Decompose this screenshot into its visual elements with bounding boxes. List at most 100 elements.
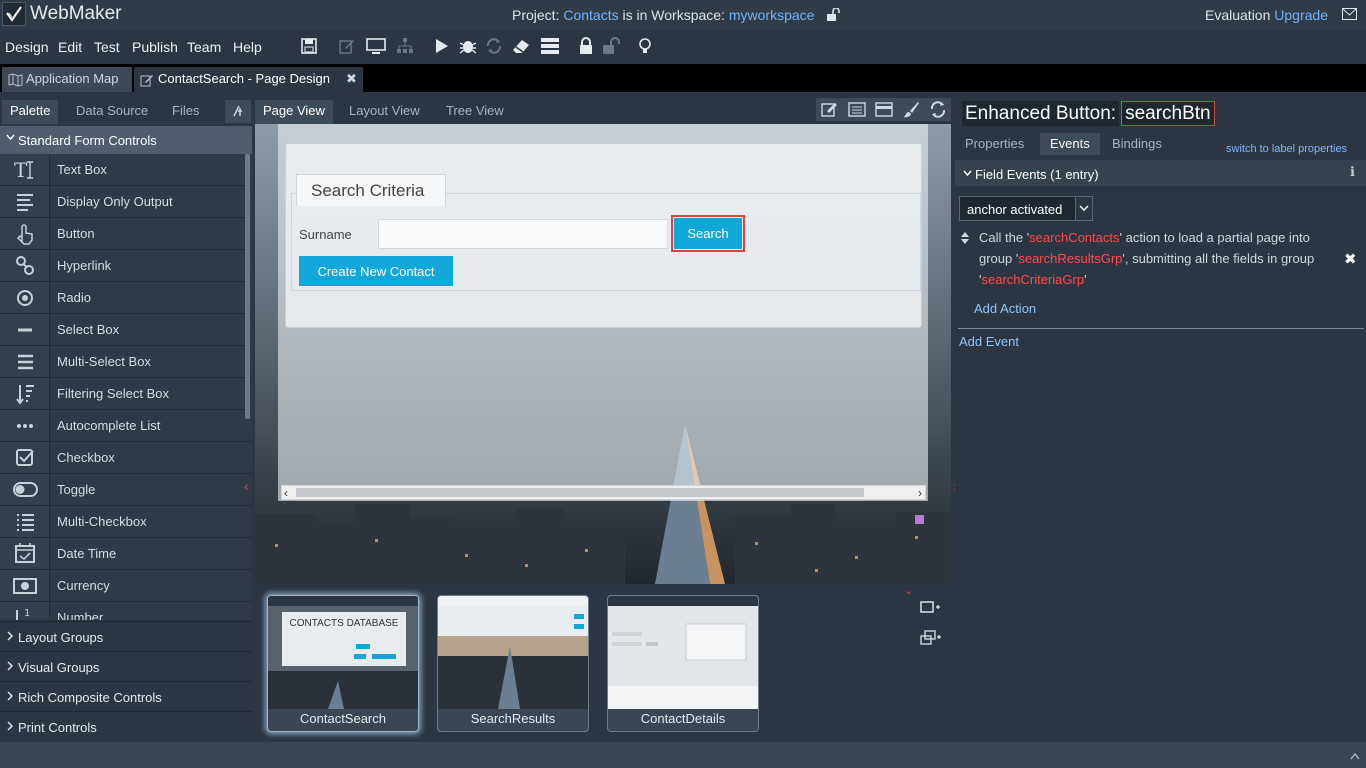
palette-scrollbar[interactable] [245, 154, 250, 419]
palette-item-multicheckbox[interactable]: Multi-Checkbox [0, 506, 252, 538]
standard-form-controls-header[interactable]: Standard Form Controls [0, 126, 252, 154]
palette-item-number[interactable]: 1 Number [0, 602, 252, 620]
brush-icon[interactable] [902, 101, 920, 118]
palette-item-textbox[interactable]: T Text Box [0, 154, 252, 186]
palette-item-display-output[interactable]: Display Only Output [0, 186, 252, 218]
lock-icon[interactable] [578, 37, 598, 57]
unlock-toolbar-icon[interactable] [602, 37, 622, 57]
create-new-contact-button[interactable]: Create New Contact [299, 256, 453, 286]
collapse-left-icon[interactable]: ‹ [244, 478, 249, 494]
collapse-thumbs-icon[interactable]: ⌄ [904, 584, 913, 597]
submit-group-link[interactable]: searchCriteriaGrp [981, 272, 1084, 287]
bug-icon[interactable] [458, 37, 478, 57]
eraser-icon[interactable] [511, 37, 531, 57]
thumbnail-searchresults[interactable]: SearchResults [437, 595, 589, 732]
tab-files[interactable]: Files [164, 100, 207, 124]
event-select-value: anchor activated [967, 202, 1063, 217]
tab-page-view[interactable]: Page View [255, 100, 333, 124]
palette-list: T Text Box Display Only Output Button Hy… [0, 154, 252, 620]
tab-tree-view[interactable]: Tree View [438, 100, 512, 124]
group-visual-groups[interactable]: Visual Groups [0, 651, 252, 681]
thumbnail-contactsearch[interactable]: CONTACTS DATABASE ContactSearch [267, 595, 419, 732]
close-tab-icon[interactable]: ✖ [346, 71, 357, 87]
unlock-icon[interactable] [826, 8, 840, 22]
event-action-description[interactable]: Call the 'searchContacts' action to load… [979, 227, 1339, 290]
tab-bindings[interactable]: Bindings [1102, 133, 1172, 155]
tab-application-map[interactable]: Application Map [2, 67, 132, 92]
card-view-icon[interactable] [875, 101, 893, 118]
menu-test[interactable]: Test [94, 39, 120, 55]
field-events-label: Field Events (1 entry) [975, 167, 1099, 182]
add-page-icon[interactable] [920, 600, 940, 614]
resize-grip-icon[interactable] [1350, 752, 1360, 760]
menu-publish[interactable]: Publish [132, 39, 178, 55]
add-action-link[interactable]: Add Action [974, 301, 1036, 316]
hierarchy-icon[interactable] [396, 37, 416, 57]
workspace-link[interactable]: myworkspace [729, 7, 815, 23]
action-text: Call the ' [979, 230, 1030, 245]
menu-help[interactable]: Help [233, 39, 262, 55]
surname-input[interactable] [378, 219, 668, 249]
upgrade-link[interactable]: Upgrade [1274, 7, 1328, 23]
refresh-icon[interactable] [485, 37, 505, 57]
list-view-icon[interactable] [848, 101, 866, 118]
palette-item-currency[interactable]: Currency [0, 570, 252, 602]
palette-item-radio[interactable]: Radio [0, 282, 252, 314]
search-button[interactable]: Search [674, 218, 742, 249]
tab-properties[interactable]: Properties [955, 133, 1034, 155]
tab-events[interactable]: Events [1040, 133, 1100, 155]
palette-item-multiselect[interactable]: Multi-Select Box [0, 346, 252, 378]
chevron-down-icon [6, 133, 15, 142]
thumbnail-contactdetails[interactable]: ContactDetails [607, 595, 759, 732]
palette-item-button[interactable]: Button [0, 218, 252, 250]
edit-view-icon[interactable] [821, 101, 839, 118]
group-layout-groups[interactable]: Layout Groups [0, 621, 252, 651]
menu-design[interactable]: Design [5, 39, 49, 55]
field-events-header[interactable]: Field Events (1 entry) [955, 160, 1366, 186]
scroll-thumb[interactable] [296, 488, 864, 497]
tab-data-source[interactable]: Data Source [68, 100, 156, 124]
play-icon[interactable] [432, 37, 452, 57]
palette-item-label: Filtering Select Box [57, 386, 169, 401]
event-select[interactable]: anchor activated [959, 196, 1093, 221]
switch-to-label-properties-link[interactable]: switch to label properties [1226, 143, 1347, 155]
tab-contactsearch-design[interactable]: ContactSearch - Page Design ✖ [134, 67, 363, 92]
palette-item-autocomplete[interactable]: Autocomplete List [0, 410, 252, 442]
project-link[interactable]: Contacts [563, 7, 618, 23]
palette-item-toggle[interactable]: Toggle [0, 474, 252, 506]
target-group-link[interactable]: searchResultsGrp [1018, 251, 1122, 266]
tab-palette[interactable]: Palette [2, 100, 59, 124]
toggle-panel-icon[interactable] [225, 100, 251, 123]
scroll-right-icon[interactable]: › [918, 486, 922, 500]
mail-icon[interactable] [1342, 8, 1357, 20]
save-icon[interactable] [300, 37, 320, 57]
monitor-icon[interactable] [366, 37, 386, 57]
add-event-link[interactable]: Add Event [959, 334, 1019, 349]
palette-item-hyperlink[interactable]: Hyperlink [0, 250, 252, 282]
lightbulb-icon[interactable] [637, 37, 657, 57]
palette-item-select-box[interactable]: Select Box [0, 314, 252, 346]
info-icon[interactable]: ℹ [1350, 164, 1355, 180]
component-title: Enhanced Button: searchBtn [962, 101, 1215, 126]
horizontal-scrollbar[interactable]: ‹ › [281, 485, 926, 500]
group-label: Layout Groups [18, 630, 104, 645]
palette-item-datetime[interactable]: Date Time [0, 538, 252, 570]
server-icon[interactable] [540, 37, 560, 57]
delete-action-icon[interactable]: ✖ [1344, 250, 1357, 268]
copy-page-icon[interactable] [920, 630, 942, 646]
group-rich-composite[interactable]: Rich Composite Controls [0, 681, 252, 711]
refresh-view-icon[interactable] [929, 101, 947, 118]
scroll-left-icon[interactable]: ‹ [284, 486, 288, 500]
tab-layout-view[interactable]: Layout View [341, 100, 428, 124]
thumbnail-preview [438, 596, 588, 709]
action-name-link[interactable]: searchContacts [1029, 230, 1119, 245]
palette-item-checkbox[interactable]: Checkbox [0, 442, 252, 474]
group-print-controls[interactable]: Print Controls [0, 711, 252, 741]
reorder-icon[interactable] [960, 231, 970, 245]
resize-handle-icon[interactable] [915, 515, 924, 524]
edit-icon[interactable] [338, 37, 358, 57]
menu-team[interactable]: Team [187, 39, 221, 55]
palette-item-filtering-select[interactable]: Filtering Select Box [0, 378, 252, 410]
menu-edit[interactable]: Edit [58, 39, 82, 55]
textbox-icon: T [0, 154, 50, 185]
